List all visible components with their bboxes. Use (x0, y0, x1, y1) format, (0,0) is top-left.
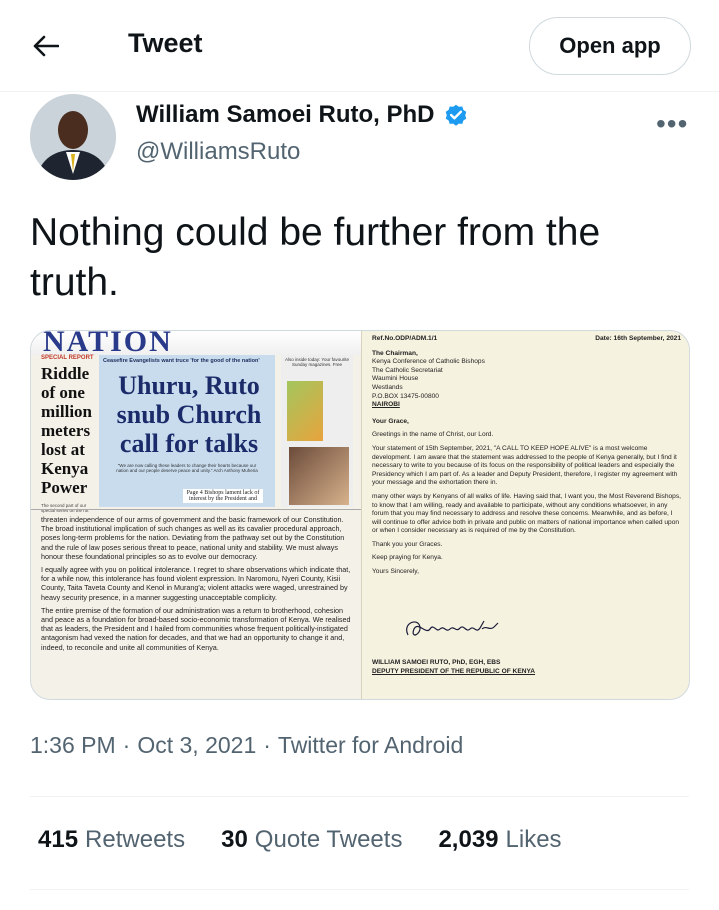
tweet-date[interactable]: Oct 3, 2021 (137, 732, 256, 759)
address-line: Westlands (372, 383, 403, 391)
stat-label: Likes (505, 826, 562, 853)
letter-signer-title: DEPUTY PRESIDENT OF THE REPUBLIC OF KENY… (372, 667, 536, 675)
letter-ref: Ref.No.ODP/ADM.1/1 (372, 335, 438, 342)
body-paragraph: threaten independence of our arms of gov… (41, 515, 345, 561)
letter-praying: Keep praying for Kenya. (372, 554, 443, 562)
letter-ref-row: Ref.No.ODP/ADM.1/1 Date: 16th September,… (372, 335, 681, 344)
lead-quote: "We are now calling these leaders to cha… (116, 463, 258, 473)
divider (30, 889, 689, 890)
separator: · (122, 732, 131, 758)
tweet-time[interactable]: 1:36 PM (30, 732, 116, 759)
inside-teaser: Page 4 Bishops lament lack of interest b… (183, 489, 263, 503)
tweet-meta: 1:36 PM · Oct 3, 2021 · Twitter for Andr… (30, 732, 463, 759)
more-options-icon[interactable]: ••• (656, 108, 688, 140)
retweets-stat[interactable]: 415 Retweets (38, 826, 185, 854)
back-button[interactable] (26, 26, 66, 66)
letter-scan: Ref.No.ODP/ADM.1/1 Date: 16th September,… (361, 331, 689, 699)
letter-address: The Chairman, Kenya Conference of Cathol… (372, 350, 681, 410)
divider (30, 796, 689, 797)
stat-count: 415 (38, 826, 79, 853)
page-title: Tweet (128, 28, 203, 58)
lead-kicker: Ceasefire Evangelists want truce 'for th… (103, 358, 260, 364)
body-paragraph: I equally agree with you on political in… (41, 565, 351, 602)
avatar[interactable] (30, 94, 116, 180)
lead-headline: Uhuru, Ruto snub Church call for talks (116, 371, 262, 458)
address-line: NAIROBI (372, 401, 400, 409)
letter-date: Date: 16th September, 2021 (595, 335, 681, 342)
side-story-headline: Riddle of one million meters lost at Ken… (41, 364, 93, 497)
magazine-promo: Also inside today: Your favourite Sunday… (281, 355, 353, 507)
letter-paragraph: many other ways by Kenyans of all walks … (372, 492, 681, 535)
section-label: SPECIAL REPORT (41, 355, 94, 361)
quote-tweets-stat[interactable]: 30 Quote Tweets (221, 826, 402, 854)
address-line: Kenya Conference of Catholic Bishops (372, 358, 485, 366)
letter-salutation: Your Grace, (372, 417, 409, 425)
promo-text: Also inside today: Your favourite Sunday… (284, 357, 350, 367)
newspaper-clipping: NATION SPECIAL REPORT Riddle of one mill… (31, 331, 361, 699)
newspaper-body: threaten independence of our arms of gov… (41, 515, 355, 656)
author-name[interactable]: William Samoei Ruto, PhD (136, 101, 469, 129)
letter-signer: WILLIAM SAMOEI RUTO, PhD, EGH, EBS (372, 659, 501, 666)
top-bar: Tweet Open app (0, 0, 719, 92)
body-paragraph: The entire premise of the formation of o… (41, 605, 351, 652)
letter-greeting: Greetings in the name of Christ, our Lor… (372, 431, 494, 439)
separator: · (263, 732, 271, 758)
stat-count: 30 (221, 826, 248, 853)
lead-story: Ceasefire Evangelists want truce 'for th… (99, 355, 275, 507)
letter-signoff: WILLIAM SAMOEI RUTO, PhD, EGH, EBS DEPUT… (372, 659, 535, 676)
arrow-left-icon (33, 35, 59, 57)
divider (31, 509, 361, 510)
tweet-client[interactable]: Twitter for Android (278, 732, 463, 759)
letter-closing: Yours Sincerely, (372, 568, 419, 576)
tweet-media-image[interactable]: NATION SPECIAL REPORT Riddle of one mill… (30, 330, 690, 700)
author-handle[interactable]: @WilliamsRuto (136, 138, 300, 166)
stat-label: Quote Tweets (254, 826, 403, 853)
magazine-cover-image (289, 447, 349, 505)
author-name-text: William Samoei Ruto, PhD (136, 101, 435, 128)
address-line: P.O.BOX 13475-00800 (372, 392, 439, 400)
open-app-button[interactable]: Open app (529, 17, 691, 75)
likes-stat[interactable]: 2,039 Likes (438, 826, 561, 854)
newspaper-masthead: NATION (31, 331, 361, 355)
address-line: The Chairman, (372, 349, 418, 357)
tweet-text: Nothing could be further from the truth. (30, 211, 601, 304)
address-line: The Catholic Secretariat (372, 366, 443, 374)
address-line: Waumini House (372, 375, 419, 383)
stat-count: 2,039 (438, 826, 499, 853)
side-story-sub: The second part of our special series on… (41, 503, 89, 513)
verified-badge-icon (445, 104, 466, 126)
magazine-cover-image (287, 381, 323, 441)
engagement-stats: 415 Retweets 30 Quote Tweets 2,039 Likes (38, 826, 598, 854)
letter-paragraph: Your statement of 15th September, 2021, … (372, 444, 678, 487)
stat-label: Retweets (85, 826, 186, 853)
letter-thanks: Thank you your Graces. (372, 540, 443, 548)
avatar-image (30, 94, 116, 180)
signature-image (406, 620, 499, 636)
